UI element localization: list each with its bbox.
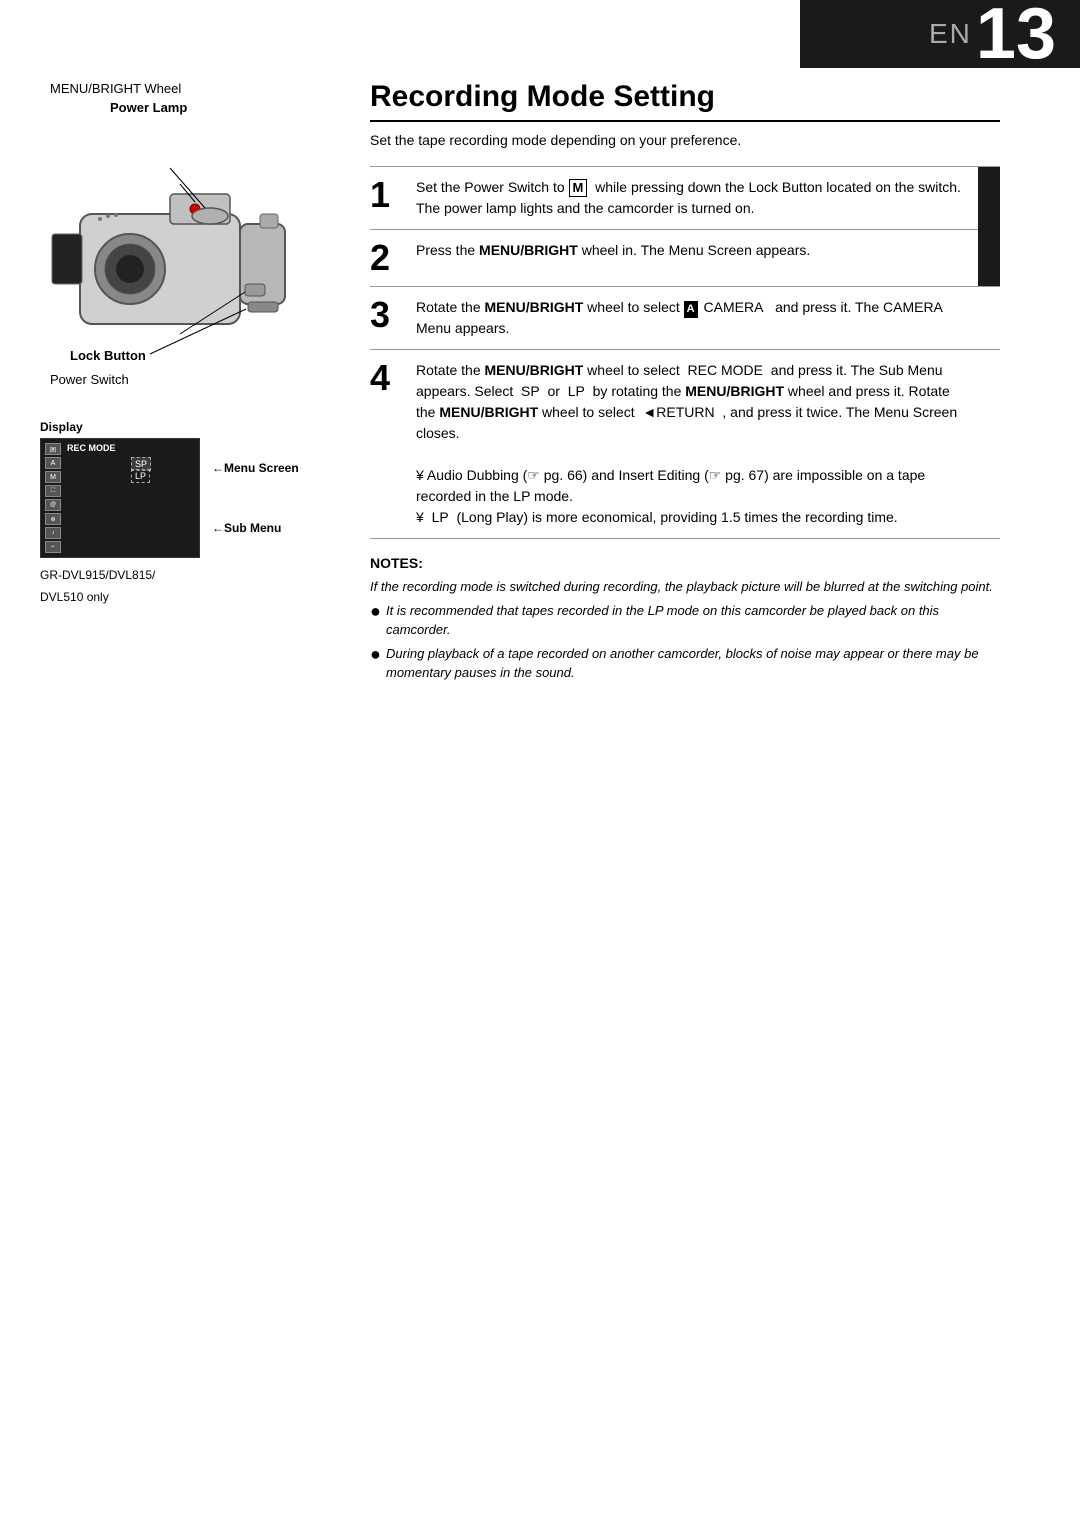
notes-title: NOTES: xyxy=(370,555,1000,571)
note-bullet-2: ● It is recommended that tapes recorded … xyxy=(370,601,1000,640)
screen-labels-right: ←Menu Screen ←Sub Menu xyxy=(212,438,299,558)
step-2-wrapper: 2 Press the MENU/BRIGHT wheel in. The Me… xyxy=(370,230,1000,287)
step-4-content: Rotate the MENU/BRIGHT wheel to select R… xyxy=(416,360,970,528)
yen-note-1: ¥ Audio Dubbing (☞ pg. 66) and Insert Ed… xyxy=(416,467,925,504)
step-2: 2 Press the MENU/BRIGHT wheel in. The Me… xyxy=(370,230,1000,286)
step-2-accent xyxy=(978,230,1000,286)
icon-a: A xyxy=(45,457,61,469)
display-screen: 囲 A M ⛶ @ ⊕ ♪ ⌐ REC MODE SP LP xyxy=(40,438,200,558)
en-label: EN xyxy=(929,18,972,50)
steps-container: 1 Set the Power Switch to M while pressi… xyxy=(370,166,1000,539)
camera-svg xyxy=(50,154,310,374)
m-icon: M xyxy=(569,179,588,197)
note-bullet-3: ● During playback of a tape recorded on … xyxy=(370,644,1000,683)
power-switch-label: Power Switch xyxy=(50,372,129,387)
step-1-number: 1 xyxy=(370,177,416,213)
bullet-dot-2: ● xyxy=(370,601,386,623)
step-1-content: Set the Power Switch to M while pressing… xyxy=(416,177,970,219)
bullet-dot-3: ● xyxy=(370,644,386,666)
icon-note: ♪ xyxy=(45,527,61,539)
left-column: MENU/BRIGHT Wheel Power Lamp xyxy=(40,80,340,604)
icon-plug: ⌐ xyxy=(45,541,61,553)
note-text-3: During playback of a tape recorded on an… xyxy=(386,644,1000,683)
step-1-wrapper: 1 Set the Power Switch to M while pressi… xyxy=(370,167,1000,230)
step-3: 3 Rotate the MENU/BRIGHT wheel to select… xyxy=(370,287,1000,349)
model-label-1: GR-DVL915/DVL815/ xyxy=(40,568,340,582)
camera-menu-icon: A xyxy=(684,301,698,318)
power-lamp-label: Power Lamp xyxy=(110,100,187,115)
icon-gear: ⊕ xyxy=(45,513,61,525)
screen-rec-mode: REC MODE xyxy=(67,443,116,453)
icon-at: @ xyxy=(45,499,61,511)
icon-camera: ⛶ xyxy=(45,485,61,497)
step-2-number: 2 xyxy=(370,240,416,276)
display-label: Display xyxy=(40,420,340,434)
step-3-wrapper: 3 Rotate the MENU/BRIGHT wheel to select… xyxy=(370,287,1000,350)
note-sub-1: If the recording mode is switched during… xyxy=(370,577,1000,597)
display-section: Display 囲 A M ⛶ @ ⊕ ♪ ⌐ REC MODE SP LP xyxy=(40,420,340,604)
page-title: Recording Mode Setting xyxy=(370,80,1000,122)
yen-note-2: ¥ LP (Long Play) is more economical, pro… xyxy=(416,509,898,525)
notes-section: NOTES: If the recording mode is switched… xyxy=(370,555,1000,683)
lock-button-label: Lock Button xyxy=(70,348,146,363)
screen-icons: 囲 A M ⛶ @ ⊕ ♪ ⌐ xyxy=(45,443,61,553)
icon-grid: 囲 xyxy=(45,443,61,455)
camera-diagram: Lock Button Power Switch xyxy=(40,124,320,404)
step-3-number: 3 xyxy=(370,297,416,333)
screen-lp: LP xyxy=(131,469,150,483)
page-number: 13 xyxy=(976,0,1056,70)
right-column: Recording Mode Setting Set the tape reco… xyxy=(370,80,1040,687)
subtitle: Set the tape recording mode depending on… xyxy=(370,132,1000,148)
model-label-2: DVL510 only xyxy=(40,590,340,604)
step-1: 1 Set the Power Switch to M while pressi… xyxy=(370,167,1000,229)
step-3-content: Rotate the MENU/BRIGHT wheel to select A… xyxy=(416,297,970,339)
icon-m: M xyxy=(45,471,61,483)
menu-bright-label: MENU/BRIGHT Wheel xyxy=(50,81,181,96)
header-bar: EN 13 xyxy=(800,0,1080,68)
screen-wrapper: 囲 A M ⛶ @ ⊕ ♪ ⌐ REC MODE SP LP ←Menu Scr… xyxy=(40,438,340,558)
sub-menu-label: ←Sub Menu xyxy=(212,521,299,535)
step-1-accent xyxy=(978,167,1000,239)
step-4: 4 Rotate the MENU/BRIGHT wheel to select… xyxy=(370,350,1000,538)
step-4-wrapper: 4 Rotate the MENU/BRIGHT wheel to select… xyxy=(370,350,1000,539)
step-4-number: 4 xyxy=(370,360,416,396)
step-2-content: Press the MENU/BRIGHT wheel in. The Menu… xyxy=(416,240,970,261)
menu-screen-label: ←Menu Screen xyxy=(212,461,299,475)
note-text-2: It is recommended that tapes recorded in… xyxy=(386,601,1000,640)
